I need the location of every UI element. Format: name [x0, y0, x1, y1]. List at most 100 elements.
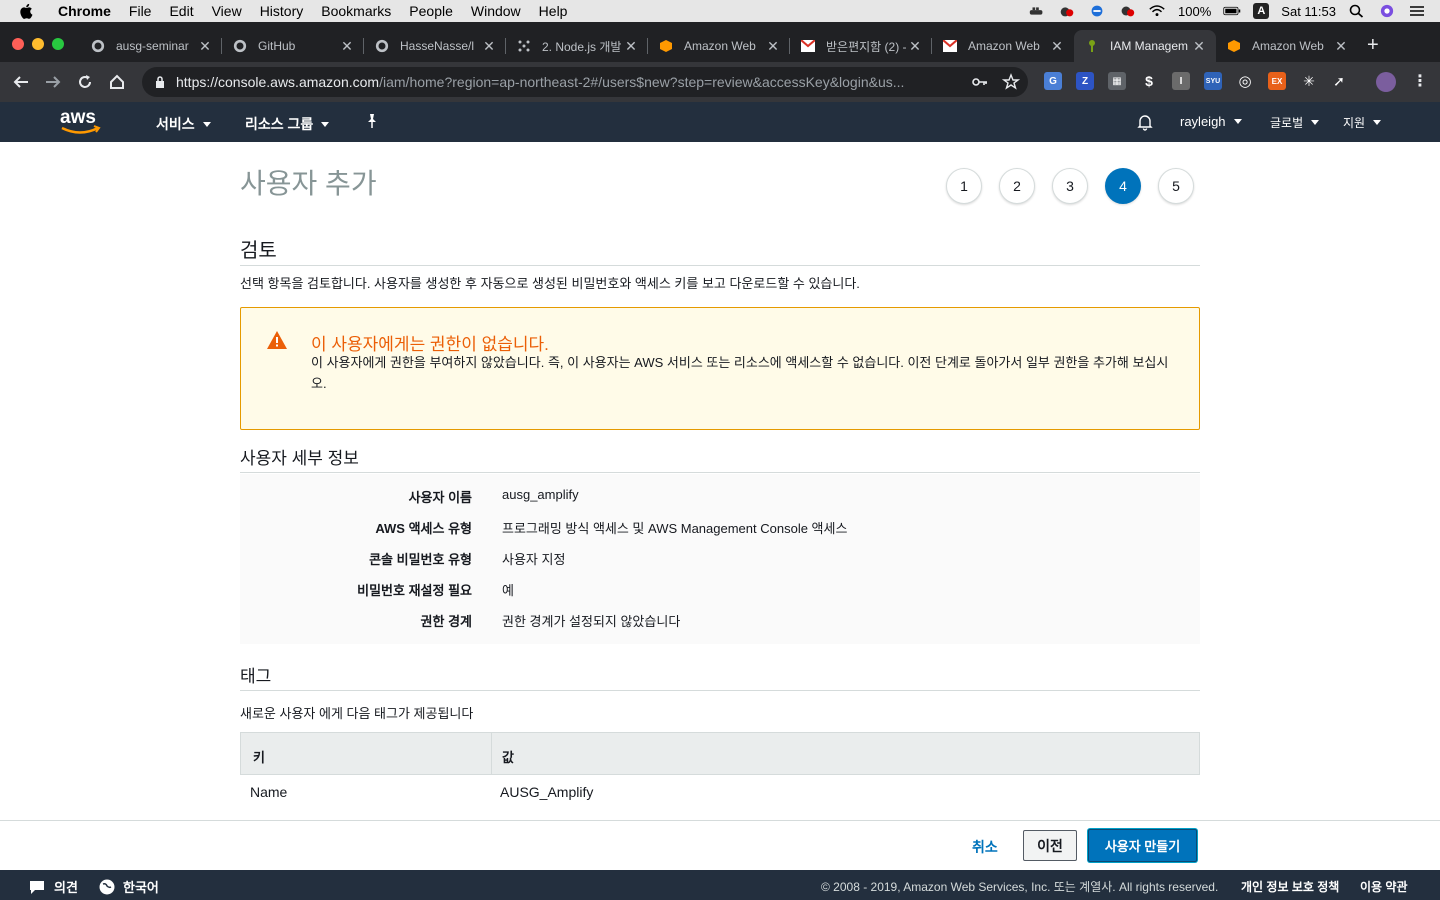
aws-logo[interactable]: aws	[60, 107, 104, 140]
wifi-icon[interactable]	[1148, 4, 1166, 18]
cancel-button[interactable]: 취소	[972, 837, 998, 857]
reload-icon[interactable]	[74, 71, 96, 93]
browser-tab[interactable]: Amazon Web ✕	[648, 30, 790, 62]
menu-bookmarks[interactable]: Bookmarks	[312, 3, 400, 19]
feedback-link[interactable]: 의견	[28, 877, 78, 896]
cloud-sync-icon[interactable]	[1118, 4, 1136, 18]
chevron-down-icon	[1233, 119, 1242, 124]
extension-icon[interactable]: ▦	[1108, 72, 1126, 90]
forward-icon[interactable]	[42, 71, 64, 93]
address-bar[interactable]: https://console.aws.amazon.com /iam/home…	[142, 67, 1028, 97]
close-tab-icon[interactable]: ✕	[198, 38, 212, 55]
support-menu[interactable]: 지원	[1343, 114, 1382, 131]
close-tab-icon[interactable]: ✕	[766, 38, 780, 55]
browser-tab[interactable]: HasseNasse/l ✕	[364, 30, 506, 62]
close-tab-icon[interactable]: ✕	[482, 38, 496, 55]
close-tab-icon[interactable]: ✕	[1192, 38, 1206, 55]
tab-title: GitHub	[258, 39, 296, 53]
minimize-window-button[interactable]	[32, 38, 44, 50]
home-icon[interactable]	[106, 71, 128, 93]
services-label: 서비스	[156, 116, 195, 132]
key-icon[interactable]	[972, 75, 988, 89]
browser-tab-active[interactable]: IAM Managem ✕	[1074, 30, 1216, 62]
extension-icon[interactable]: Z	[1076, 72, 1094, 90]
more-menu-icon[interactable]: ⋮	[1412, 71, 1428, 91]
close-window-button[interactable]	[12, 38, 24, 50]
menu-file[interactable]: File	[120, 3, 161, 19]
gmail-icon	[800, 38, 816, 54]
pin-icon[interactable]	[364, 113, 380, 129]
notification-center-icon[interactable]	[1408, 4, 1426, 18]
close-tab-icon[interactable]: ✕	[340, 38, 354, 55]
profile-avatar[interactable]	[1376, 72, 1396, 92]
wizard-action-bar: 취소 이전 사용자 만들기	[0, 820, 1440, 870]
browser-tab[interactable]: 2. Node.js 개발 ✕	[506, 30, 648, 62]
extension-icon[interactable]: EX	[1268, 72, 1286, 90]
detail-value: 프로그래밍 방식 액세스 및 AWS Management Console 액세…	[502, 521, 848, 536]
previous-button[interactable]: 이전	[1023, 830, 1077, 861]
back-icon[interactable]	[10, 71, 32, 93]
spotlight-search-icon[interactable]	[1348, 4, 1366, 18]
wizard-step[interactable]: 5	[1158, 168, 1194, 204]
wizard-step[interactable]: 3	[1052, 168, 1088, 204]
menu-people[interactable]: People	[400, 3, 462, 19]
menu-window[interactable]: Window	[462, 3, 530, 19]
extension-icon[interactable]: SYU	[1204, 72, 1222, 90]
notifications-bell-icon[interactable]	[1136, 113, 1154, 131]
language-selector[interactable]: 한국어	[99, 877, 159, 896]
resource-groups-menu[interactable]: 리소스 그룹	[245, 114, 330, 134]
wizard-step[interactable]: 1	[946, 168, 982, 204]
close-tab-icon[interactable]: ✕	[908, 38, 922, 55]
maximize-window-button[interactable]	[52, 38, 64, 50]
browser-tab[interactable]: Amazon Web ✕	[932, 30, 1074, 62]
warning-icon	[267, 331, 287, 349]
siri-icon[interactable]	[1378, 4, 1396, 18]
battery-icon[interactable]	[1223, 4, 1241, 18]
browser-tab[interactable]: ausg-seminar ✕	[80, 30, 222, 62]
docker-icon[interactable]	[1028, 4, 1046, 18]
detail-key: 권한 경계	[420, 614, 472, 629]
menu-view[interactable]: View	[203, 3, 251, 19]
extension-icon[interactable]: ✳	[1300, 72, 1318, 90]
close-tab-icon[interactable]: ✕	[1050, 38, 1064, 55]
region-label: 글로벌	[1270, 116, 1304, 130]
input-source-indicator[interactable]: A	[1253, 3, 1270, 19]
region-menu[interactable]: 글로벌	[1270, 114, 1320, 131]
aws-console-navbar: aws 서비스 리소스 그룹 rayleigh 글로벌 지원	[0, 102, 1440, 142]
menu-edit[interactable]: Edit	[160, 3, 202, 19]
browser-tab[interactable]: GitHub ✕	[222, 30, 364, 62]
creative-cloud-icon[interactable]	[1058, 4, 1076, 18]
column-header-value[interactable]: 값	[502, 747, 514, 766]
table-header: 키 값	[240, 732, 1200, 775]
browser-tab[interactable]: 받은편지함 (2) - ✕	[790, 30, 932, 62]
menu-chrome[interactable]: Chrome	[52, 3, 120, 19]
create-user-button[interactable]: 사용자 만들기	[1088, 829, 1197, 862]
apple-icon[interactable]	[18, 2, 36, 20]
privacy-policy-link[interactable]: 개인 정보 보호 정책	[1241, 878, 1339, 895]
macos-menu-bar: Chrome File Edit View History Bookmarks …	[0, 0, 1440, 22]
teamviewer-icon[interactable]	[1088, 4, 1106, 18]
column-header-key[interactable]: 키	[253, 747, 265, 766]
browser-tab[interactable]: Amazon Web ✕	[1216, 30, 1358, 62]
extension-icon[interactable]: I	[1172, 72, 1190, 90]
extension-icon[interactable]: $	[1140, 72, 1158, 90]
clock[interactable]: Sat 11:53	[1281, 4, 1336, 19]
account-username: rayleigh	[1180, 114, 1226, 129]
menu-help[interactable]: Help	[530, 3, 577, 19]
menu-history[interactable]: History	[251, 3, 313, 19]
close-tab-icon[interactable]: ✕	[624, 38, 638, 55]
chevron-down-icon	[321, 121, 330, 127]
close-tab-icon[interactable]: ✕	[1334, 38, 1348, 55]
extension-icon[interactable]: G	[1044, 72, 1062, 90]
extension-icon[interactable]: ➚	[1330, 72, 1348, 90]
detail-key: AWS 액세스 유형	[375, 521, 472, 536]
tag-value-cell: AUSG_Amplify	[500, 784, 594, 800]
terms-link[interactable]: 이용 약관	[1360, 878, 1408, 895]
wizard-step[interactable]: 2	[999, 168, 1035, 204]
services-menu[interactable]: 서비스	[156, 114, 211, 134]
new-tab-icon[interactable]: +	[1367, 34, 1379, 57]
extension-icon[interactable]: ◎	[1236, 72, 1254, 90]
bookmark-star-icon[interactable]	[1002, 73, 1020, 91]
account-menu[interactable]: rayleigh	[1180, 114, 1242, 129]
lock-icon[interactable]	[154, 76, 166, 88]
